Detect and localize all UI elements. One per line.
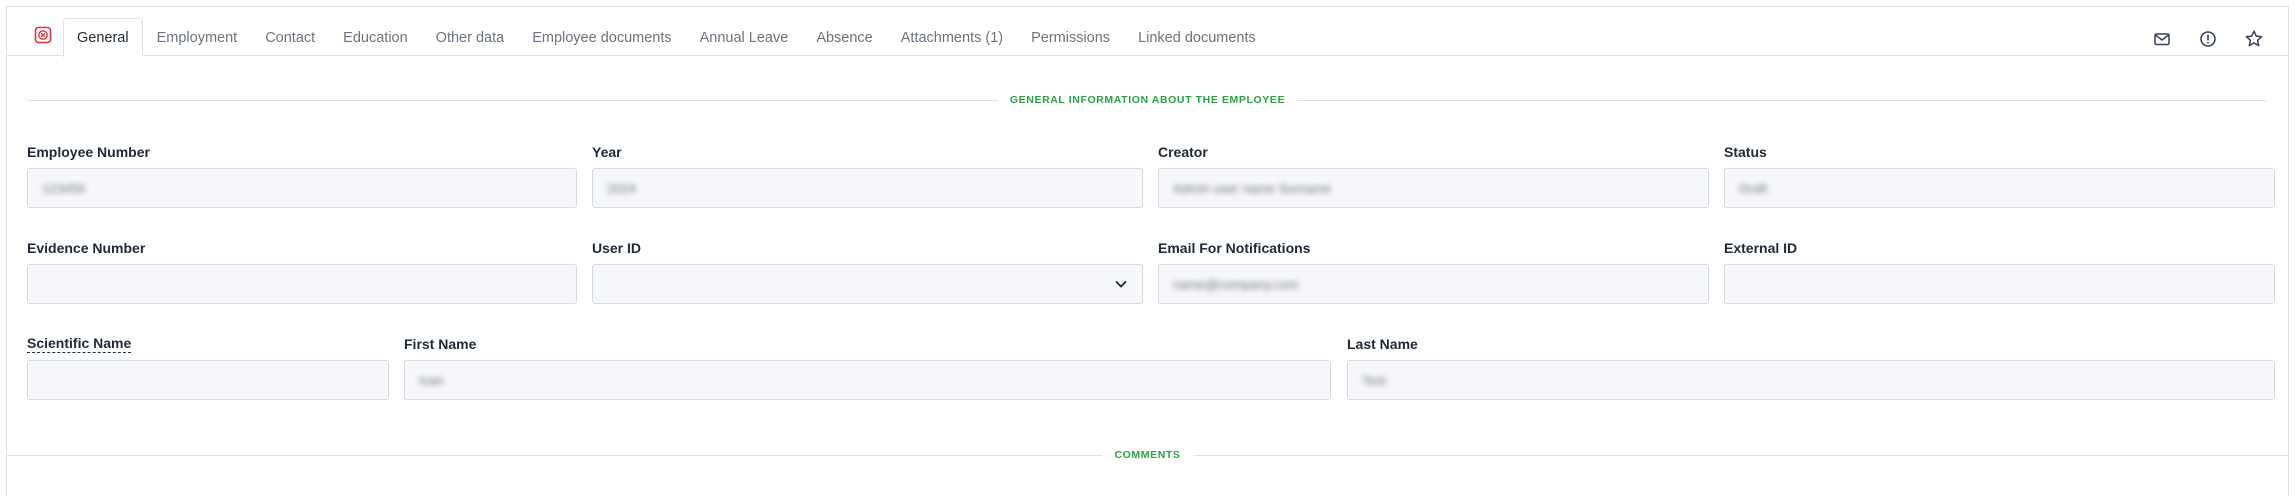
field-label: Year [592, 144, 622, 160]
tabs: General Employment Contact Education Oth… [63, 18, 1270, 58]
field-year: Year 2024 [592, 143, 1143, 208]
field-evidence-number: Evidence Number [27, 239, 577, 304]
section-general-info: GENERAL INFORMATION ABOUT THE EMPLOYEE [27, 93, 2269, 107]
evidence-number-input[interactable] [27, 264, 577, 304]
field-label: Evidence Number [27, 240, 146, 256]
star-icon[interactable] [2242, 27, 2266, 51]
user-id-select[interactable] [592, 264, 1143, 304]
first-name-input[interactable]: Ivan [404, 360, 1331, 400]
field-status: Status Draft [1724, 143, 2275, 208]
field-user-id: User ID [592, 239, 1143, 304]
section-comments: COMMENTS [7, 448, 2289, 462]
status-input[interactable]: Draft [1724, 168, 2275, 208]
tab-permissions[interactable]: Permissions [1017, 18, 1124, 57]
field-label: Creator [1158, 144, 1208, 160]
field-external-id: External ID [1724, 239, 2275, 304]
close-icon [34, 26, 52, 49]
year-input[interactable]: 2024 [592, 168, 1143, 208]
last-name-input[interactable]: Test [1347, 360, 2275, 400]
section-title: COMMENTS [1114, 449, 1181, 461]
tab-contact[interactable]: Contact [251, 18, 329, 57]
employee-form-panel: General Employment Contact Education Oth… [6, 6, 2289, 496]
field-label: First Name [404, 336, 477, 352]
field-label: External ID [1724, 240, 1798, 256]
field-label: User ID [592, 240, 642, 256]
section-title: GENERAL INFORMATION ABOUT THE EMPLOYEE [1009, 94, 1286, 106]
field-creator: Creator Admin user name Surname [1158, 143, 1709, 208]
tab-other-data[interactable]: Other data [422, 18, 519, 57]
field-label: Employee Number [27, 144, 150, 160]
creator-input[interactable]: Admin user name Surname [1158, 168, 1709, 208]
close-record-button[interactable] [29, 23, 57, 51]
chevron-down-icon [1114, 277, 1128, 294]
tab-education[interactable]: Education [329, 18, 422, 57]
info-icon[interactable] [2196, 27, 2220, 51]
tab-absence[interactable]: Absence [802, 18, 886, 57]
tab-general[interactable]: General [63, 18, 143, 58]
tab-employment[interactable]: Employment [143, 18, 252, 57]
tab-bar: General Employment Contact Education Oth… [7, 7, 2288, 58]
field-scientific-name: Scientific Name [27, 335, 389, 400]
tab-annual-leave[interactable]: Annual Leave [686, 18, 803, 57]
field-label: Email For Notifications [1158, 240, 1311, 256]
employee-number-input[interactable]: 123456 [27, 168, 577, 208]
field-email-notifications: Email For Notifications name@company.com [1158, 239, 1709, 304]
tab-employee-documents[interactable]: Employee documents [518, 18, 685, 57]
scientific-name-input[interactable] [27, 360, 389, 400]
mail-icon[interactable] [2150, 27, 2174, 51]
field-employee-number: Employee Number 123456 [27, 143, 577, 208]
field-first-name: First Name Ivan [404, 335, 1331, 400]
field-label: Scientific Name [27, 335, 132, 353]
toolbar-icons [2150, 27, 2266, 51]
field-label: Last Name [1347, 336, 1418, 352]
field-last-name: Last Name Test [1347, 335, 2275, 400]
external-id-input[interactable] [1724, 264, 2275, 304]
email-notifications-input[interactable]: name@company.com [1158, 264, 1709, 304]
tab-attachments[interactable]: Attachments (1) [887, 18, 1017, 57]
field-label: Status [1724, 144, 1767, 160]
tab-linked-documents[interactable]: Linked documents [1124, 18, 1270, 57]
